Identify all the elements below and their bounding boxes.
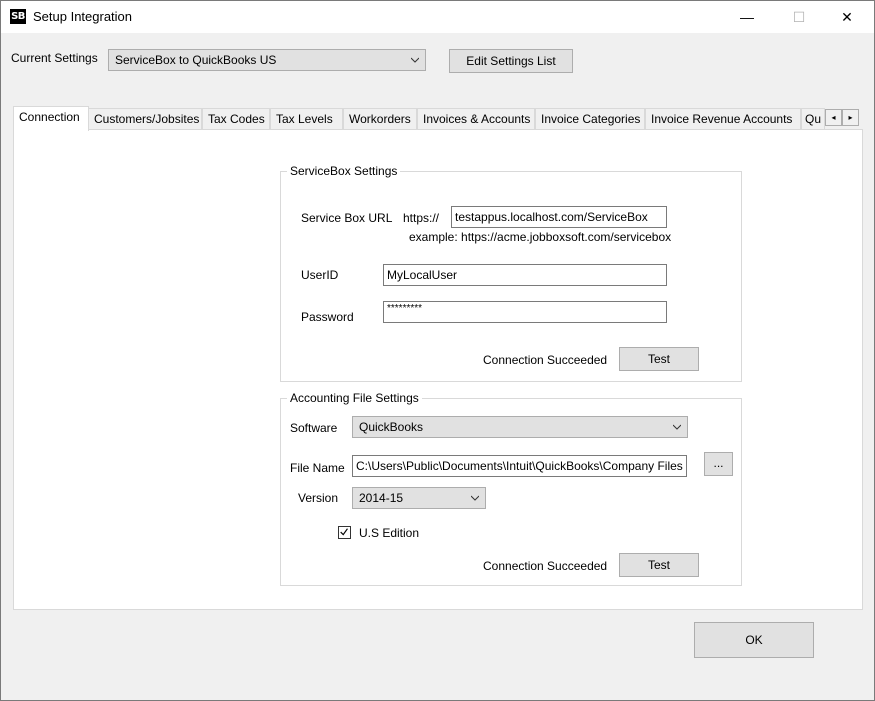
chevron-down-icon [673,424,681,430]
us-edition-label: U.S Edition [359,526,420,540]
accounting-file-settings-title: Accounting File Settings [287,391,422,405]
url-example-text: example: https://acme.jobboxsoft.com/ser… [409,230,672,244]
service-box-url-input[interactable]: testappus.localhost.com/ServiceBox [451,206,667,228]
us-edition-checkbox[interactable] [338,526,351,539]
version-dropdown[interactable]: 2014-15 [352,487,486,509]
password-label: Password [301,310,354,324]
userid-label: UserID [301,268,339,282]
servicebox-settings-title: ServiceBox Settings [287,164,401,178]
tab-tax-codes[interactable]: Tax Codes [202,108,270,130]
current-settings-value: ServiceBox to QuickBooks US [115,53,277,67]
current-settings-dropdown[interactable]: ServiceBox to QuickBooks US [108,49,426,71]
app-logo-icon: SB [10,9,26,24]
tab-invoice-revenue-accounts[interactable]: Invoice Revenue Accounts [645,108,801,130]
software-label: Software [290,421,338,435]
ok-button[interactable]: OK [694,622,814,658]
tab-customers-jobsites[interactable]: Customers/Jobsites [88,108,202,130]
tab-qu[interactable]: Qu [801,108,825,130]
file-name-label: File Name [290,461,345,475]
tab-connection[interactable]: Connection [13,106,89,131]
tab-workorders[interactable]: Workorders [343,108,417,130]
software-value: QuickBooks [359,420,424,434]
tab-scroll-right-button[interactable]: ▸ [842,109,859,126]
service-box-url-label: Service Box URL [301,211,393,225]
maximize-button[interactable]: ☐ [776,1,822,33]
title-bar[interactable]: SB Setup Integration — ☐ ✕ [1,1,874,33]
url-prefix-label: https:// [403,211,440,225]
version-label: Version [298,491,339,505]
servicebox-settings-group: ServiceBox Settings Service Box URL http… [280,164,742,382]
browse-file-button[interactable]: ... [704,452,733,476]
checkmark-icon [340,528,348,536]
accounting-connection-status: Connection Succeeded [483,559,608,573]
minimize-button[interactable]: — [724,1,770,33]
password-input[interactable]: ********* [383,301,667,323]
servicebox-test-button[interactable]: Test [619,347,699,371]
chevron-down-icon [411,57,419,63]
setup-integration-window: SB Setup Integration — ☐ ✕ Current Setti… [0,0,875,701]
chevron-down-icon [471,495,479,501]
file-name-input[interactable]: C:\Users\Public\Documents\Intuit\QuickBo… [352,455,687,477]
edit-settings-list-button[interactable]: Edit Settings List [449,49,573,73]
current-settings-label: Current Settings [11,51,98,65]
accounting-test-button[interactable]: Test [619,553,699,577]
servicebox-connection-status: Connection Succeeded [483,353,608,367]
software-dropdown[interactable]: QuickBooks [352,416,688,438]
tab-scroll-left-button[interactable]: ◂ [825,109,842,126]
window-title: Setup Integration [33,9,133,24]
tab-tax-levels[interactable]: Tax Levels [270,108,343,130]
tab-invoices-accounts[interactable]: Invoices & Accounts [417,108,535,130]
userid-input[interactable]: MyLocalUser [383,264,667,286]
version-value: 2014-15 [359,491,404,505]
tab-invoice-categories[interactable]: Invoice Categories [535,108,645,130]
connection-tab-panel: ServiceBox Settings Service Box URL http… [13,129,863,610]
close-button[interactable]: ✕ [824,1,870,33]
accounting-file-settings-group: Accounting File Settings Software QuickB… [280,391,742,586]
